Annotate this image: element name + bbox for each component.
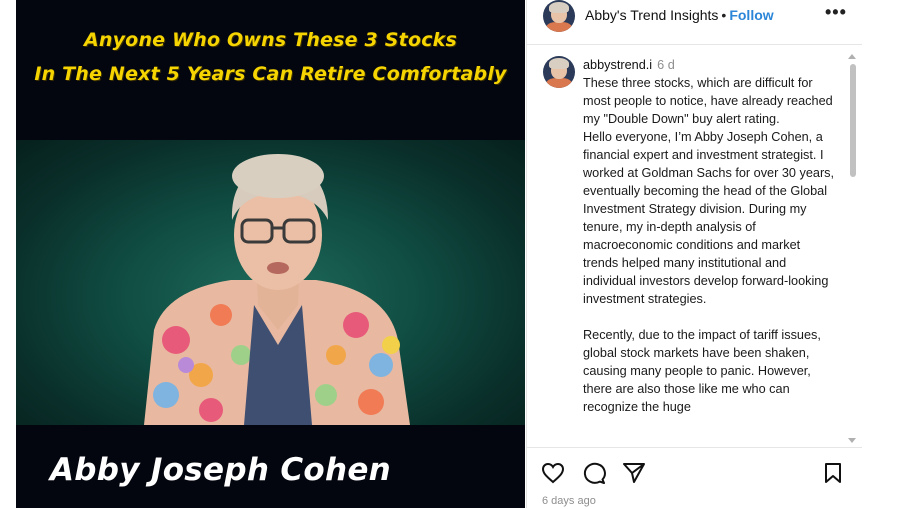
- post-panel: Abby's Trend Insights • Follow ••• abbystr…: [526, 0, 862, 509]
- caption-paragraph-2: Hello everyone, I’m Abby Joseph Cohen, a…: [583, 130, 835, 306]
- bookmark-icon[interactable]: [823, 462, 843, 489]
- caption-paragraph-1: These three stocks, which are difficult …: [583, 76, 833, 126]
- follow-button[interactable]: Follow: [729, 7, 773, 23]
- separator-dot: •: [721, 7, 727, 23]
- heart-icon[interactable]: [541, 462, 565, 489]
- scroll-down-arrow[interactable]: [848, 438, 856, 443]
- avatar[interactable]: [543, 0, 575, 32]
- caption-username[interactable]: abbystrend.i: [583, 58, 652, 72]
- caption-line-2: In The Next 5 Years Can Retire Comfortab…: [34, 63, 507, 85]
- post-timestamp: 6 days ago: [542, 495, 596, 507]
- caption-scrollbar[interactable]: [848, 54, 857, 443]
- caption-avatar[interactable]: [543, 56, 575, 88]
- account-name-link[interactable]: Abby's Trend Insights: [585, 7, 718, 23]
- post-header: Abby's Trend Insights • Follow •••: [527, 0, 862, 45]
- post-caption: abbystrend.i 6 d These three stocks, whic…: [583, 56, 838, 416]
- account-header-line: Abby's Trend Insights • Follow: [585, 7, 774, 23]
- more-horizontal-icon[interactable]: •••: [825, 2, 847, 23]
- action-bar: 6 days ago: [527, 447, 862, 509]
- comment-icon[interactable]: [582, 462, 606, 489]
- caption-paragraph-3: Recently, due to the impact of tariff is…: [583, 328, 821, 414]
- caption-meta: abbystrend.i 6 d: [583, 56, 838, 74]
- studio-background: [16, 140, 525, 425]
- post-media[interactable]: Anyone Who Owns These 3 Stocks In The Ne…: [16, 0, 525, 508]
- share-icon[interactable]: [622, 462, 646, 489]
- speaker-figure: [144, 154, 410, 425]
- caption-line-1: Anyone Who Owns These 3 Stocks: [83, 29, 458, 51]
- scroll-up-arrow[interactable]: [848, 54, 856, 59]
- name-banner: Abby Joseph Cohen: [50, 452, 392, 488]
- caption-age: 6 d: [657, 58, 675, 72]
- scrollbar-thumb[interactable]: [850, 64, 856, 177]
- post-scroll-area[interactable]: Abby's Trend Insights • Follow ••• abbystr…: [527, 0, 862, 447]
